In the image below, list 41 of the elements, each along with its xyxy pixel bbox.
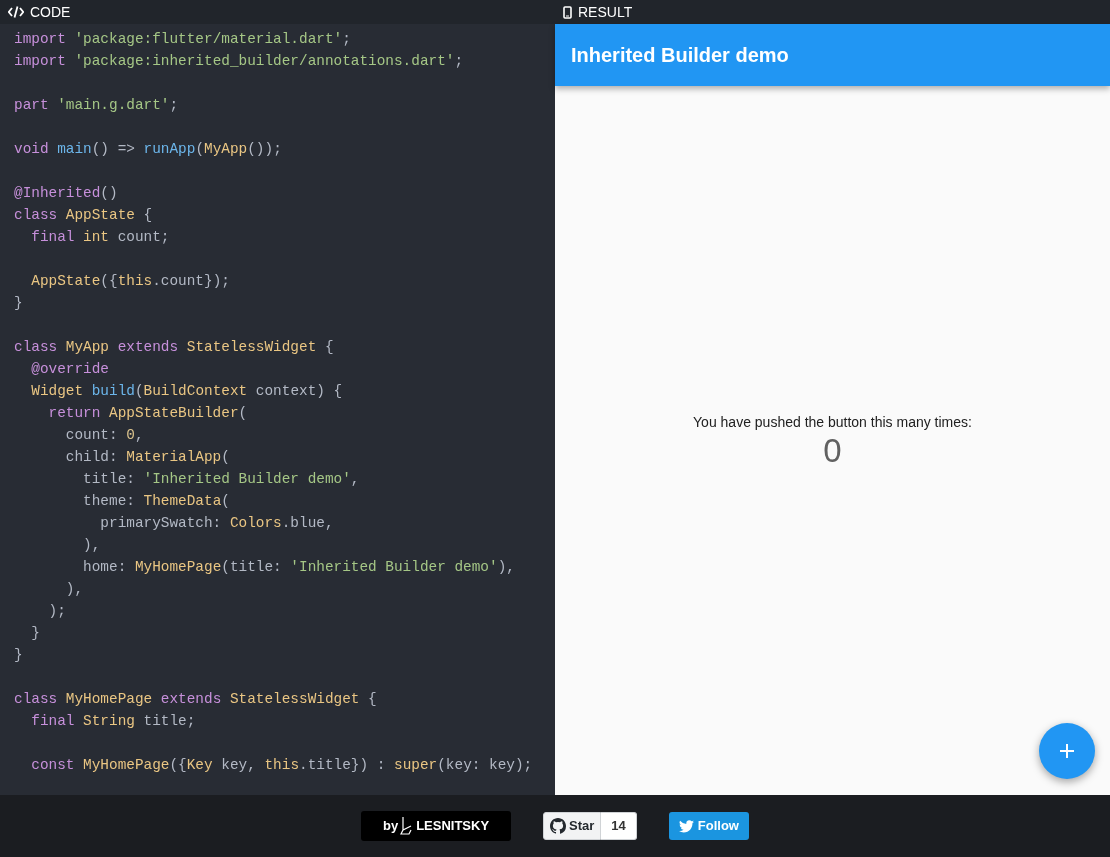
result-panel-title: RESULT: [578, 5, 633, 19]
code-line: }: [14, 294, 23, 313]
github-star-button[interactable]: Star: [543, 812, 602, 840]
code-line: theme: ThemeData(: [82, 492, 230, 511]
code-line: primarySwatch: Colors.blue,: [99, 514, 334, 533]
code-line: final String title;: [30, 712, 196, 731]
app-bar-title: Inherited Builder demo: [571, 43, 789, 68]
code-line: return AppStateBuilder(: [47, 404, 248, 423]
code-line: void main() => runApp(MyApp());: [14, 140, 282, 159]
phone-icon: [563, 5, 572, 19]
code-panel-title: CODE: [30, 5, 71, 19]
github-icon: [550, 818, 567, 834]
code-line: ),: [82, 536, 101, 555]
code-line: class MyApp extends StatelessWidget {: [14, 338, 334, 357]
code-line: child: MaterialApp(: [64, 448, 230, 467]
code-line: import 'package:flutter/material.dart';: [14, 30, 351, 49]
code-line: );: [47, 602, 66, 621]
code-line: Widget build(BuildContext context) {: [30, 382, 343, 401]
plus-icon: [1059, 743, 1075, 759]
bird-icon: [678, 819, 694, 833]
code-line: count: 0,: [64, 426, 144, 445]
code-icon: [8, 6, 24, 18]
code-line: class MyHomePage extends StatelessWidget {: [14, 690, 377, 709]
code-line: const MyHomePage({Key key, this.title}) : super(key: key);: [30, 756, 533, 775]
code-line: @override: [30, 360, 109, 379]
author-link[interactable]: by LESNITSKY: [361, 811, 512, 841]
code-line: import 'package:inherited_builder/annotations.dart';: [14, 52, 464, 71]
code-line: }: [14, 646, 23, 665]
code-line: ),: [64, 580, 84, 599]
add-button[interactable]: [1039, 723, 1095, 779]
counter-value: 0: [823, 432, 842, 470]
code-line: AppState({this.count});: [30, 272, 230, 291]
code-line: home: MyHomePage(title: 'Inherited Builder demo'),: [82, 558, 515, 577]
code-line: final int count;: [30, 228, 170, 247]
code-line: title: 'Inherited Builder demo',: [82, 470, 360, 489]
code-line: class AppState {: [14, 206, 153, 225]
code-line: @Inherited(): [14, 184, 118, 203]
code-line: }: [30, 624, 40, 643]
star-count: 14: [601, 812, 637, 840]
code-line: part 'main.g.dart';: [14, 96, 179, 115]
counter-message: You have pushed the button this many times:: [693, 412, 972, 432]
